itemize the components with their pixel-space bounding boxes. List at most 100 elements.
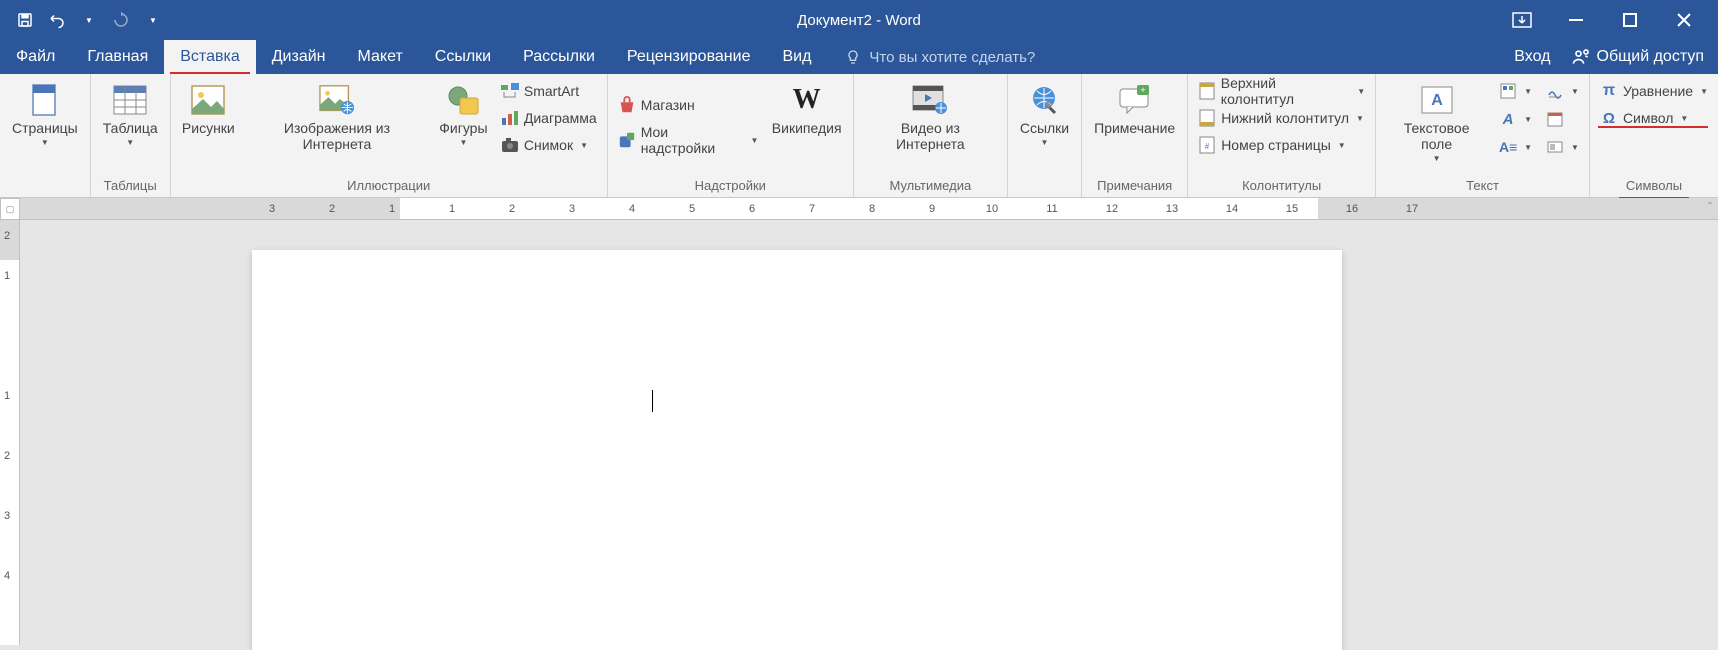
wordart-button[interactable]: A▼ [1495,106,1536,132]
group-comments: + Примечание Примечания [1082,74,1188,197]
tab-references[interactable]: Ссылки [419,40,507,74]
store-icon [618,96,636,114]
group-tables-title: Таблицы [91,176,170,197]
pi-icon: π [1600,82,1618,100]
page-number-button[interactable]: # Номер страницы ▼ [1194,132,1369,158]
online-pictures-button[interactable]: Изображения из Интернета [244,78,430,154]
store-button[interactable]: Магазин [614,88,763,122]
group-addins: Магазин Мои надстройки ▼ W Википедия Над… [608,74,854,197]
share-button[interactable]: Общий доступ [1571,47,1705,67]
wordart-icon: A [1499,110,1517,128]
header-icon [1198,82,1216,100]
header-button[interactable]: Верхний колонтитул ▼ [1194,78,1369,104]
table-button[interactable]: Таблица ▼ [97,78,164,149]
tab-view[interactable]: Вид [766,40,827,74]
dropcap-icon: A≡ [1499,138,1517,156]
tab-review[interactable]: Рецензирование [611,40,767,74]
group-header-footer: Верхний колонтитул ▼ Нижний колонтитул ▼… [1188,74,1376,197]
group-pages-title [0,176,90,197]
chevron-down-icon: ▼ [1357,87,1365,96]
pictures-button[interactable]: Рисунки [177,78,240,138]
svg-text:A: A [1431,92,1443,109]
collapse-ribbon-button[interactable]: ˆ [1708,200,1712,214]
redo-button[interactable] [106,5,136,35]
text-box-label: Текстовое поле [1388,120,1485,152]
horizontal-ruler-row: ▢ 3211234567891011121314151617 ˆ [0,198,1718,220]
chevron-down-icon: ▼ [580,141,588,150]
quick-access-toolbar: ▼ ▼ [0,5,168,35]
equation-button[interactable]: π Уравнение ▼ [1596,78,1712,104]
object-button[interactable]: ▼ [1542,134,1583,160]
tab-layout[interactable]: Макет [342,40,419,74]
tab-home[interactable]: Главная [71,40,164,74]
footer-button[interactable]: Нижний колонтитул ▼ [1194,105,1369,131]
annotation-underline-symbol [1598,126,1708,128]
group-pages: Страницы ▼ [0,74,91,197]
datetime-icon [1546,110,1564,128]
group-tables: Таблица ▼ Таблицы [91,74,171,197]
tab-file[interactable]: Файл [0,40,71,74]
smartart-button[interactable]: SmartArt [497,78,601,104]
chevron-down-icon: ▼ [1524,143,1532,152]
chevron-down-icon: ▼ [1338,141,1346,150]
text-box-button[interactable]: A Текстовое поле ▼ [1382,78,1491,165]
chevron-down-icon: ▼ [126,138,134,147]
ruler-corner[interactable]: ▢ [0,198,20,220]
links-button[interactable]: Ссылки ▼ [1014,78,1075,149]
page-number-icon: # [1198,136,1216,154]
tab-insert[interactable]: Вставка [164,40,255,74]
comment-label: Примечание [1094,120,1175,136]
date-time-button[interactable] [1542,106,1583,132]
minimize-button[interactable] [1564,8,1588,32]
group-symbols-title: Символы [1626,178,1682,193]
chevron-down-icon: ▼ [459,138,467,147]
pages-label: Страницы [12,120,78,136]
ribbon-display-options[interactable] [1510,8,1534,32]
wikipedia-icon: W [789,82,825,118]
tell-me-search[interactable]: Что вы хотите сделать? [827,40,1035,74]
maximize-button[interactable] [1618,8,1642,32]
smartart-icon [501,82,519,100]
horizontal-ruler[interactable]: 3211234567891011121314151617 ˆ [20,198,1718,220]
group-media-title: Мультимедиа [854,176,1007,197]
document-area[interactable] [20,220,1718,645]
undo-dropdown[interactable]: ▼ [74,5,104,35]
sign-in-link[interactable]: Вход [1514,48,1550,66]
comment-button[interactable]: + Примечание [1088,78,1181,138]
save-button[interactable] [10,5,40,35]
undo-button[interactable] [42,5,72,35]
title-bar: ▼ ▼ Документ2 - Word [0,0,1718,40]
share-label: Общий доступ [1597,48,1705,66]
close-button[interactable] [1672,8,1696,32]
my-addins-button[interactable]: Мои надстройки ▼ [614,123,763,157]
group-text-title: Текст [1376,176,1589,197]
signature-line-button[interactable]: ▼ [1542,78,1583,104]
shapes-button[interactable]: Фигуры ▼ [434,78,493,149]
ribbon-tabs: Файл Главная Вставка Дизайн Макет Ссылки… [0,40,1718,74]
my-addins-label: Мои надстройки [641,124,744,156]
online-video-button[interactable]: Видео из Интернета [860,78,1001,154]
qat-customize-dropdown[interactable]: ▼ [138,5,168,35]
drop-cap-button[interactable]: A≡ ▼ [1495,134,1536,160]
window-controls [1510,8,1718,32]
lightbulb-icon [845,49,861,65]
tab-mailings[interactable]: Рассылки [507,40,611,74]
vertical-ruler[interactable]: 211234 [0,220,20,645]
chart-button[interactable]: Диаграмма [497,105,601,131]
tab-design[interactable]: Дизайн [256,40,342,74]
chart-icon [501,109,519,127]
header-label: Верхний колонтитул [1221,75,1350,107]
group-symbols-title-wrap: Символы [1590,176,1718,197]
page[interactable] [252,250,1342,650]
window-title: Документ2 - Word [797,12,921,29]
quick-parts-button[interactable]: ▼ [1495,78,1536,104]
online-picture-icon [319,82,355,118]
wikipedia-button[interactable]: W Википедия [766,78,846,138]
text-cursor [652,390,653,412]
pages-button[interactable]: Страницы ▼ [6,78,84,149]
chart-label: Диаграмма [524,110,597,126]
page-icon [27,82,63,118]
chevron-down-icon: ▼ [1571,143,1579,152]
screenshot-button[interactable]: Снимок ▼ [497,132,601,158]
group-symbols: π Уравнение ▼ Ω Символ ▼ Символы [1590,74,1718,197]
